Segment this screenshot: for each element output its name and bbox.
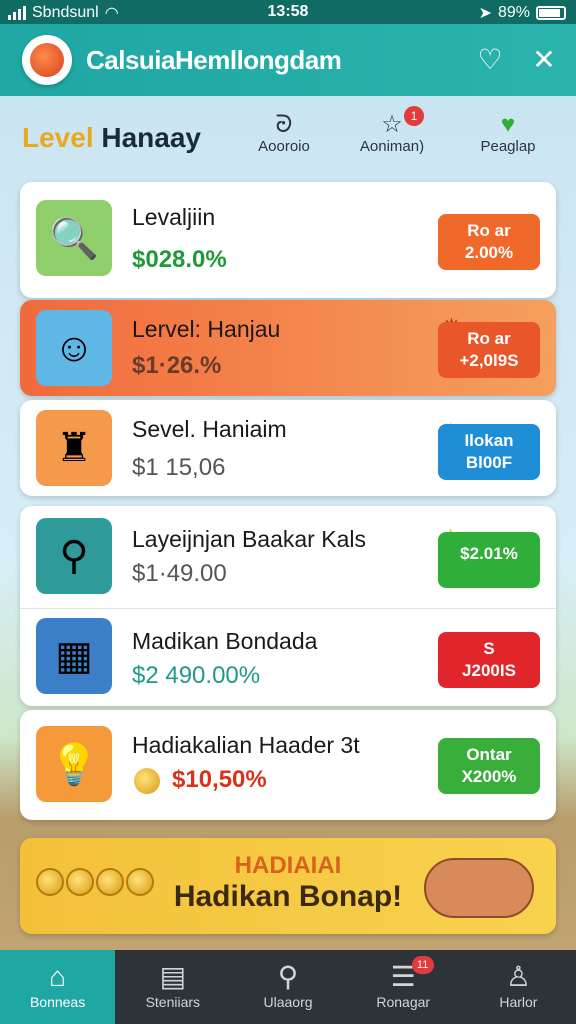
item-title: Lervel: Hanjau	[132, 316, 281, 342]
quick-action-label: Aoniman)	[359, 138, 425, 155]
quick-action-label: Peaglap	[480, 138, 536, 155]
item-value: $2 490.00%	[132, 662, 261, 689]
list-item[interactable]: ⚲ Layeijnjan Baakar Kals $1·49.00 ★ $2.0…	[20, 506, 556, 606]
bottom-nav: ⌂ Bonneas ▤ Steniiars ⚲ Ulaaorg ☰ Ronaga…	[0, 950, 576, 1024]
level-title: Level Hanaay	[22, 122, 202, 153]
item-value: $10,50%	[172, 766, 267, 793]
reward-badge[interactable]: Ro ar +2,0l9S	[438, 322, 540, 378]
quick-action-2[interactable]: ♥ Peaglap	[458, 111, 558, 156]
list-group: ⚲ Layeijnjan Baakar Kals $1·49.00 ★ $2.0…	[20, 506, 556, 706]
magnifier-check-icon: 🔍	[36, 200, 112, 276]
character-face-icon: ☺	[36, 310, 112, 386]
profile-icon: ♙	[505, 961, 531, 992]
level-subheader: Level Hanaay ᘒ Aooroio ☆ Aoniman) 1 ♥ Pe…	[0, 96, 576, 178]
status-bar: Sbndsunl ◠ 13:58 ➤ 89%	[0, 0, 576, 24]
close-icon[interactable]: ✕	[528, 44, 560, 76]
reward-badge[interactable]: Ilokan Bl00F	[438, 424, 540, 480]
list-item[interactable]: ▦ Madikan Bondada $2 490.00% ♪ SJ200IS	[20, 610, 556, 706]
list-icon: ☰	[390, 961, 416, 992]
item-title: Sevel. Haniaim	[132, 416, 287, 442]
quick-action-1[interactable]: ☆ Aoniman)	[342, 111, 442, 156]
location-icon: ➤	[478, 5, 492, 22]
swirl-icon: ᘒ	[275, 111, 293, 138]
home-icon: ⌂	[49, 961, 67, 992]
list-item[interactable]: 🔍 Levaljiin $028.0% ☀ Ro ar2.00%	[20, 182, 556, 298]
list-item[interactable]: ♜ Sevel. Haniaim $1 15,06 ★ IlokanBl00F	[20, 400, 556, 496]
lightbulb-icon: 💡	[36, 726, 112, 802]
quick-action-0[interactable]: ᘒ Aooroio	[234, 111, 334, 156]
app-header: CalsuiaHemllongdam ♡ ✕	[0, 24, 576, 96]
list-item[interactable]: 💡 Hadiakalian Haader 3t $10,50% ● OntarX…	[20, 710, 556, 820]
item-value: $1 15,06	[132, 454, 226, 481]
star-outline-icon: ☆	[381, 111, 403, 138]
nav-item-list[interactable]: ☰ Ronagar 11	[346, 950, 461, 1024]
search-icon: ⚲	[277, 961, 299, 992]
stats-icon: ▤	[159, 961, 187, 992]
item-title: Madikan Bondada	[132, 628, 318, 654]
calendar-grid-icon: ▦	[36, 618, 112, 694]
divider	[20, 608, 556, 609]
treasure-bag-icon: ♜	[36, 410, 112, 486]
app-logo[interactable]	[22, 35, 72, 85]
heart-outline-icon[interactable]: ♡	[474, 44, 506, 76]
heart-icon: ♥	[500, 111, 516, 138]
magnifier-leaf-icon: ⚲	[36, 518, 112, 594]
item-title: Hadiakalian Haader 3t	[132, 732, 360, 758]
item-value: $028.0%	[132, 246, 227, 273]
promo-banner[interactable]: HADIAIAI Hadikan Bonap!	[20, 838, 556, 934]
app-title: CalsuiaHemllongdam	[86, 44, 342, 75]
nav-item-search[interactable]: ⚲ Ulaaorg	[230, 950, 345, 1024]
reward-badge[interactable]: S J200IS	[438, 632, 540, 688]
list-item[interactable]: ☺ Lervel: Hanjau $1·26.% ✹ Ro ar+2,0l9S	[20, 300, 556, 396]
item-title: Layeijnjan Baakar Kals	[132, 526, 366, 552]
quick-action-label: Aooroio	[258, 138, 310, 155]
coin-icon	[134, 768, 160, 794]
battery-percent: 89%	[497, 4, 530, 21]
nav-badge: 11	[411, 956, 434, 974]
item-title: Levaljiin	[132, 204, 216, 230]
piggy-bank-icon	[424, 858, 534, 918]
battery-icon	[536, 6, 566, 20]
nav-item-profile[interactable]: ♙ Harlor	[461, 950, 576, 1024]
notification-badge: 1	[404, 106, 424, 126]
item-value: $1·49.00	[132, 560, 227, 587]
nav-item-home[interactable]: ⌂ Bonneas	[0, 950, 116, 1024]
reward-badge[interactable]: Ro ar 2.00%	[438, 214, 540, 270]
nav-item-stats[interactable]: ▤ Steniiars	[115, 950, 230, 1024]
item-value: $1·26.%	[132, 352, 222, 379]
reward-badge[interactable]: $2.01%	[438, 532, 540, 588]
reward-badge[interactable]: Ontar X200%	[438, 738, 540, 794]
